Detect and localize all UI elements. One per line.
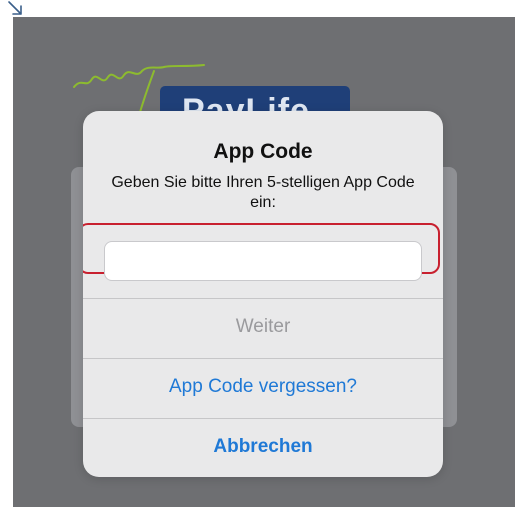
continue-button[interactable]: Weiter [83, 298, 443, 356]
cancel-button[interactable]: Abbrechen [83, 418, 443, 476]
arrow-annotation-icon [8, 1, 22, 15]
app-background: PayLife App Code Geben Sie bitte Ihren 5… [13, 17, 515, 507]
app-code-input[interactable] [104, 241, 422, 281]
forgot-code-button[interactable]: App Code vergessen? [83, 358, 443, 416]
app-code-dialog: App Code Geben Sie bitte Ihren 5-stellig… [83, 111, 443, 477]
dialog-message: Geben Sie bitte Ihren 5-stelligen App Co… [111, 174, 415, 211]
dialog-title: App Code [213, 140, 313, 163]
